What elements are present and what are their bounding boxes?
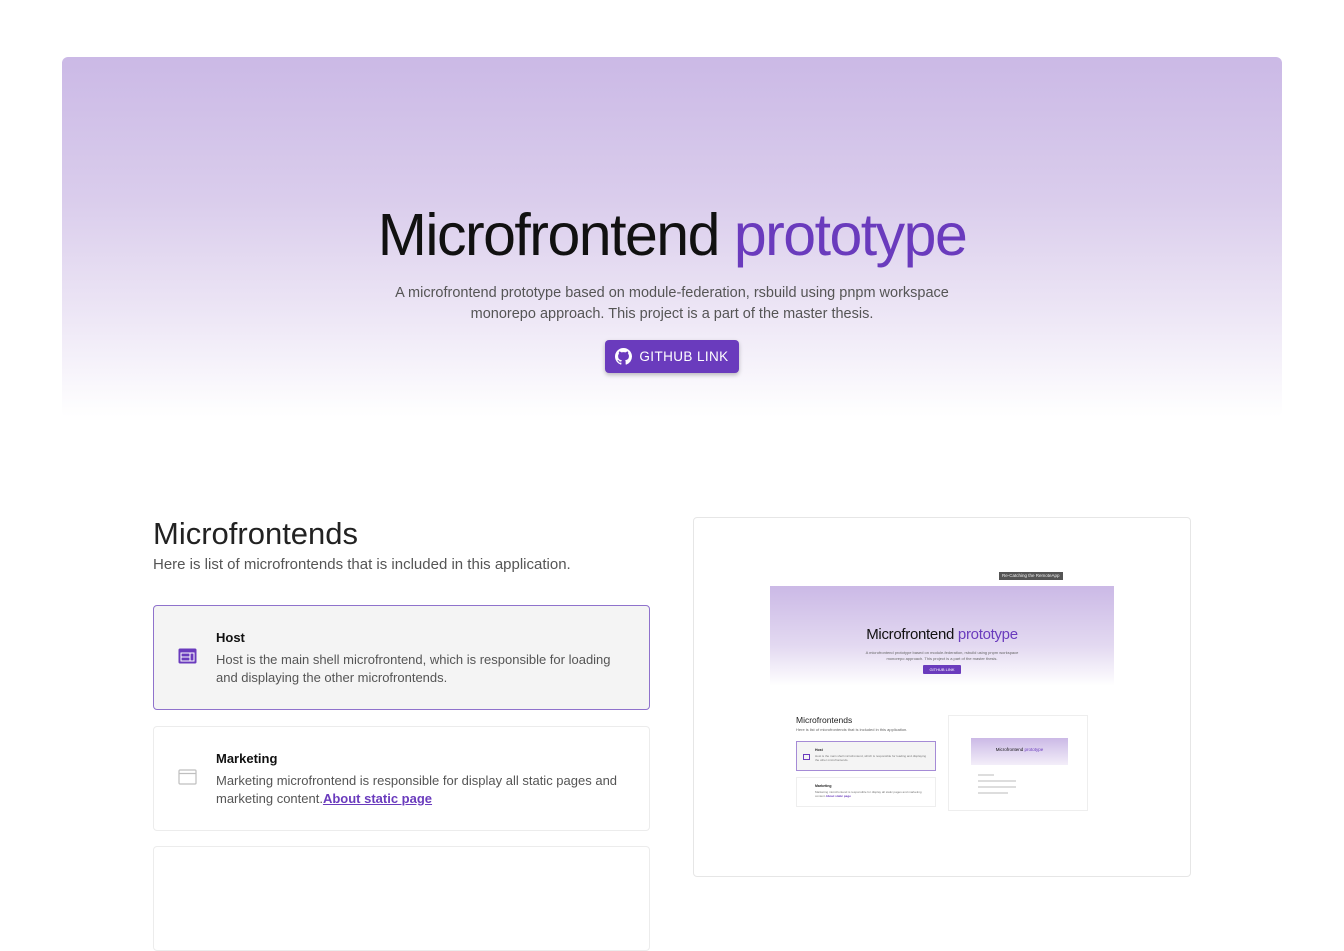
preview-hero-description: A microfrontend prototype based on modul… — [770, 650, 1114, 662]
github-link-button[interactable]: GITHUB LINK — [605, 340, 739, 373]
hero-description: A microfrontend prototype based on modul… — [62, 283, 1282, 325]
preview-hero-title-main: Microfrontend — [866, 626, 955, 643]
web-window-icon — [178, 648, 197, 664]
about-static-page-link[interactable]: About static page — [323, 791, 432, 806]
microfrontend-name: Host — [216, 630, 245, 645]
preview-hero-description-line2: monorepo approach. This project is a par… — [886, 656, 998, 661]
microfrontend-card-next[interactable] — [153, 846, 650, 951]
preview-card-marketing: Marketing Marketing microfrontend is res… — [796, 777, 936, 807]
preview-nested-line — [978, 792, 1008, 794]
microfrontend-name: Marketing — [216, 751, 278, 766]
preview-section-subtitle: Here is list of microfrontends that is i… — [796, 727, 908, 732]
window-outline-icon — [178, 769, 197, 785]
github-icon — [615, 348, 633, 365]
microfrontend-card-host[interactable]: Host Host is the main shell microfronten… — [153, 605, 650, 710]
preview-card-host: Host Host is the main shell microfronten… — [796, 741, 936, 771]
preview-hero-description-line1: A microfrontend prototype based on modul… — [865, 650, 1019, 655]
preview-nested-title: Microfrontend prototype — [971, 747, 1068, 752]
preview-nested-thumbnail: Microfrontend prototype — [948, 715, 1088, 811]
preview-nested-title-main: Microfrontend — [995, 747, 1024, 752]
microfrontend-description: Marketing microfrontend is responsible f… — [216, 772, 626, 808]
microfrontends-subtitle: Here is list of microfrontends that is i… — [153, 556, 571, 573]
microfrontends-title: Microfrontends — [153, 516, 359, 551]
hero-title-main: Microfrontend — [377, 202, 721, 268]
hero-title-accent: prototype — [733, 202, 968, 268]
preview-hero-title: Microfrontend prototype — [770, 626, 1114, 643]
preview-nested-line — [978, 774, 994, 776]
preview-nested-line — [978, 780, 1016, 782]
hero-title: Microfrontend prototype — [62, 201, 1282, 269]
preview-tooltip: Re-Catching the RemoteApp — [999, 572, 1063, 580]
preview-card-name: Host — [815, 748, 823, 752]
preview-github-button: GITHUB LINK — [923, 665, 961, 674]
microfrontend-card-marketing[interactable]: Marketing Marketing microfrontend is res… — [153, 726, 650, 831]
github-link-label: GITHUB LINK — [639, 349, 729, 364]
preview-hero-title-accent: prototype — [957, 626, 1018, 643]
preview-card-description: Host is the main shell microfrontend, wh… — [815, 754, 927, 762]
microfrontend-description: Host is the main shell microfrontend, wh… — [216, 652, 611, 685]
preview-web-window-icon — [803, 754, 810, 760]
preview-card-description: Marketing microfrontend is responsible f… — [815, 790, 930, 798]
hero-description-line1: A microfrontend prototype based on modul… — [395, 285, 949, 301]
app-preview-panel: Re-Catching the RemoteApp Microfrontend … — [693, 517, 1191, 877]
preview-nested-line — [978, 786, 1016, 788]
preview-card-link: About static page — [825, 794, 851, 798]
hero-description-line2: monorepo approach. This project is a par… — [470, 306, 874, 322]
hero-banner: Microfrontend prototype A microfrontend … — [62, 57, 1282, 417]
preview-nested-title-accent: prototype — [1024, 747, 1044, 752]
preview-card-name: Marketing — [815, 784, 832, 788]
preview-section-title: Microfrontends — [796, 715, 853, 725]
preview-hero: Microfrontend prototype A microfrontend … — [770, 586, 1114, 686]
